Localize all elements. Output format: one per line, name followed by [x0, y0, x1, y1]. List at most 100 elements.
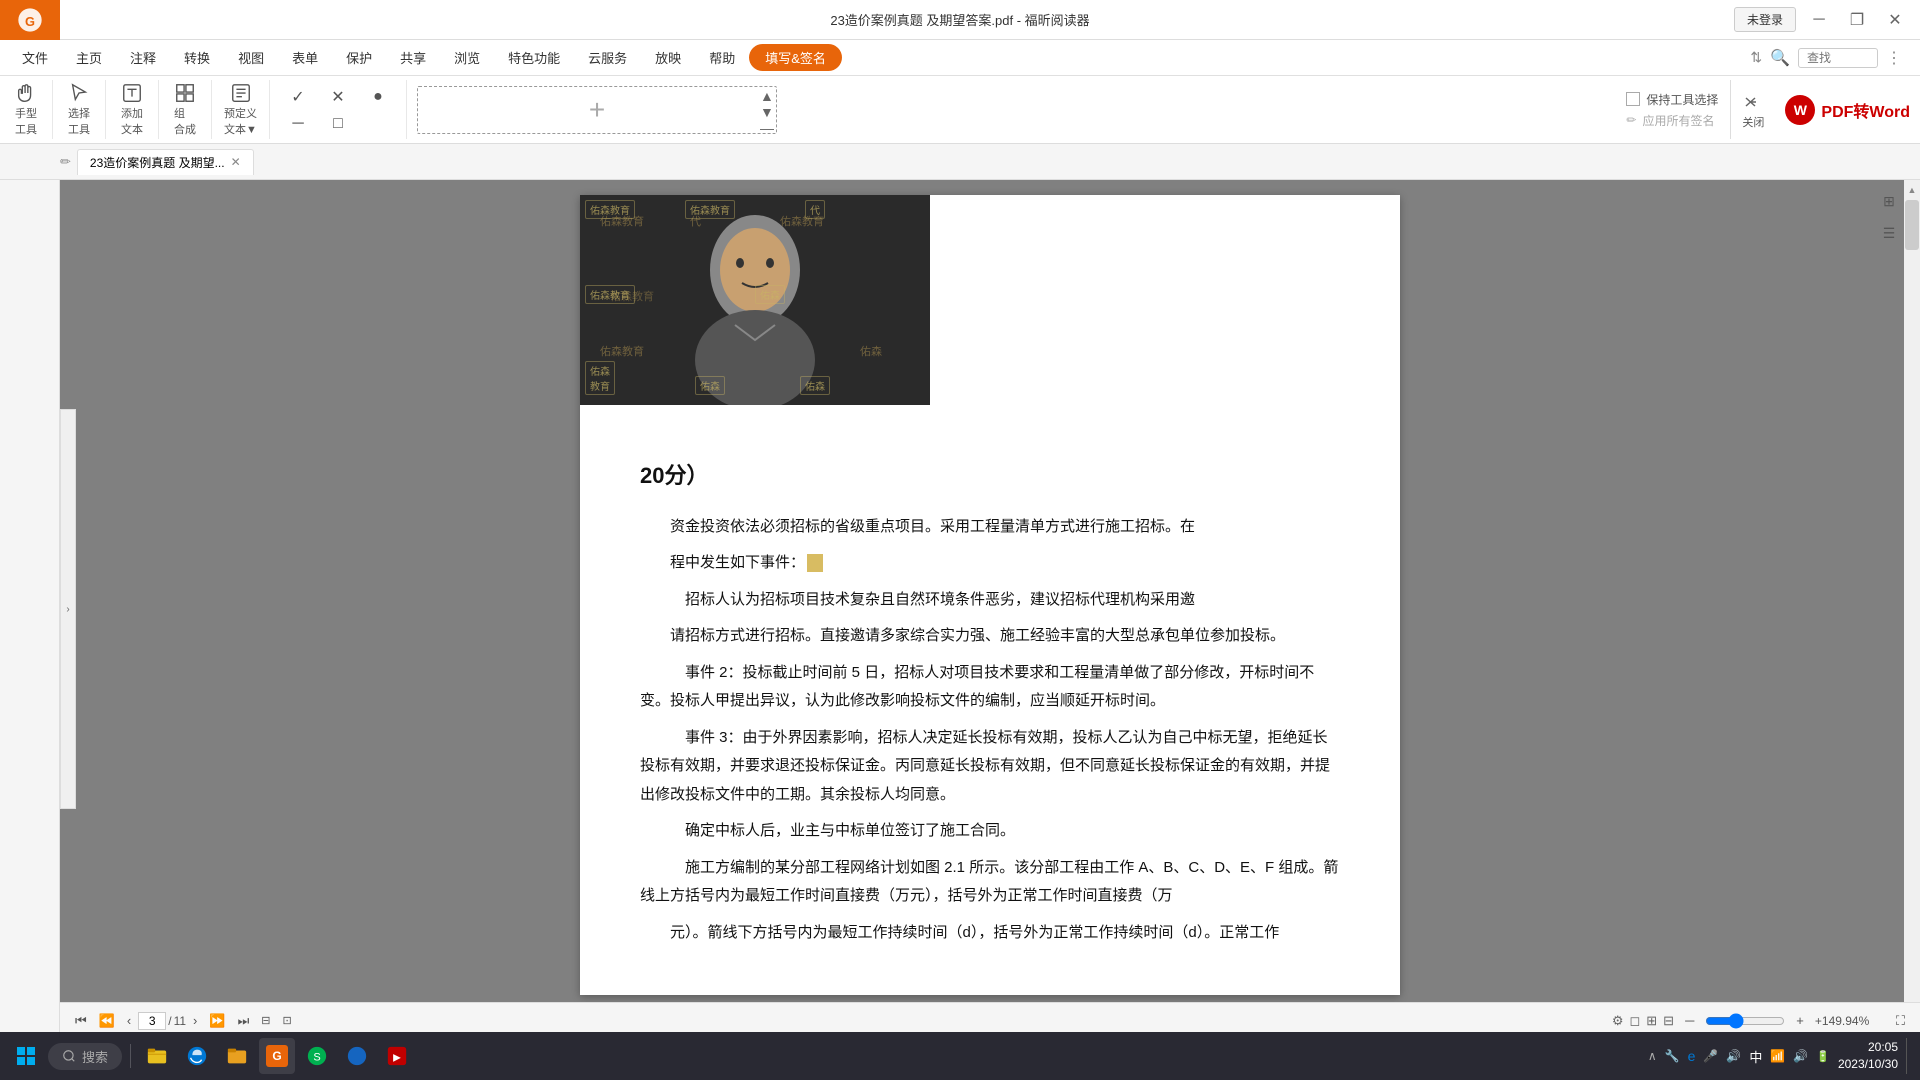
- menu-protect[interactable]: 保护: [332, 44, 386, 71]
- zoom-out-button[interactable]: ─: [1680, 1011, 1699, 1030]
- prev-page-button[interactable]: ‹: [122, 1011, 136, 1030]
- list-view-button[interactable]: ☰: [1876, 220, 1902, 246]
- grid-view-button[interactable]: ⊞: [1876, 188, 1902, 214]
- menu-file[interactable]: 文件: [8, 44, 62, 71]
- system-clock[interactable]: 20:05 2023/10/30: [1838, 1039, 1898, 1073]
- tray-ime[interactable]: 中: [1749, 1047, 1762, 1066]
- tray-audio[interactable]: 🔊: [1726, 1049, 1741, 1063]
- tray-battery[interactable]: 🔋: [1816, 1050, 1830, 1063]
- view-icon-3: ⊟: [1663, 1013, 1674, 1029]
- page-thumbnail-button[interactable]: ⊟: [256, 1012, 275, 1029]
- foxitreader-logo-icon: G: [16, 6, 44, 34]
- close-button[interactable]: ✕: [1880, 5, 1910, 35]
- check-symbol-button[interactable]: ✓: [280, 85, 316, 109]
- search-icon[interactable]: 🔍: [1770, 48, 1790, 68]
- app-logo: G: [0, 0, 60, 40]
- app3-icon: ▶: [386, 1045, 408, 1067]
- select-tool-button[interactable]: 选择工具: [61, 80, 97, 139]
- pdf-word-label: PDF转Word: [1821, 98, 1910, 122]
- taskbar-search[interactable]: 搜索: [48, 1043, 122, 1070]
- menu-form[interactable]: 表单: [278, 44, 332, 71]
- scrollbar-thumb[interactable]: [1905, 200, 1919, 250]
- zoom-in-button[interactable]: +: [1791, 1011, 1809, 1030]
- preset-text-button[interactable]: 预定义文本▼: [220, 80, 261, 139]
- video-overlay: 佑森教育 佑森教育 代 佑森教育 佑森 佑森 佑森教育: [580, 195, 930, 405]
- menu-share[interactable]: 共享: [386, 44, 440, 71]
- sign-separator[interactable]: —: [760, 121, 774, 135]
- select-tool-group: 选择工具: [53, 80, 106, 139]
- sign-dropdown-up[interactable]: ▲: [760, 89, 774, 103]
- svg-text:佑森教育: 佑森教育: [600, 344, 644, 358]
- hand-tool-button[interactable]: 手型工具: [8, 80, 44, 139]
- tray-chevron[interactable]: ∧: [1648, 1049, 1657, 1063]
- pdf-tab[interactable]: 23造价案例真题 及期望... ✕: [77, 149, 254, 175]
- menu-help[interactable]: 帮助: [695, 44, 749, 71]
- menu-home[interactable]: 主页: [62, 44, 116, 71]
- menu-view[interactable]: 视图: [224, 44, 278, 71]
- pdf-network-detail: 元）。箭线下方括号内为最短工作持续时间（d），括号外为正常工作持续时间（d）。正…: [640, 919, 1340, 948]
- menu-convert[interactable]: 转换: [170, 44, 224, 71]
- tray-edge[interactable]: e: [1688, 1048, 1696, 1064]
- zoom-slider[interactable]: [1705, 1013, 1785, 1029]
- taskbar-app2[interactable]: [339, 1038, 375, 1074]
- minimize-button[interactable]: ─: [1804, 5, 1834, 35]
- search-input[interactable]: [1798, 48, 1878, 68]
- fit-page-button[interactable]: ⛶: [1891, 1011, 1910, 1031]
- dot-symbol-button[interactable]: ●: [360, 85, 396, 109]
- last-page-button[interactable]: ⏭: [233, 1011, 255, 1031]
- pdf-scrollbar[interactable]: ▲ ▼: [1904, 180, 1920, 1038]
- toolbar: 手型工具 选择工具 添加文本 组合成 预定义文本▼ ✓ ✕ ●: [0, 76, 1920, 144]
- menu-cloud[interactable]: 云服务: [574, 44, 641, 71]
- menu-annotate[interactable]: 注释: [116, 44, 170, 71]
- square-symbol-button[interactable]: □: [320, 113, 356, 135]
- menu-features[interactable]: 特色功能: [494, 44, 574, 71]
- expand-icon: ⇅: [1750, 49, 1762, 66]
- taskbar-edge[interactable]: [179, 1038, 215, 1074]
- sign-close-button[interactable]: 关闭: [1731, 80, 1775, 139]
- tray-volume[interactable]: 🔊: [1793, 1049, 1808, 1063]
- taskbar-app1[interactable]: S: [299, 1038, 335, 1074]
- pdf-para-2: 程中发生如下事件：: [640, 549, 1340, 578]
- pdf-to-word-button[interactable]: W PDF转Word: [1785, 95, 1910, 125]
- next-next-button[interactable]: ⏩: [204, 1011, 230, 1031]
- folder-icon: [226, 1045, 248, 1067]
- apply-all-row: ✏ 应用所有签名: [1626, 112, 1718, 129]
- add-signature-button[interactable]: + ▲ ▼ —: [417, 86, 777, 134]
- keep-tools-checkbox[interactable]: [1626, 92, 1640, 106]
- taskbar-foxitreader[interactable]: G: [259, 1038, 295, 1074]
- taskbar-folder[interactable]: [219, 1038, 255, 1074]
- show-desktop-button[interactable]: [1906, 1038, 1912, 1074]
- pdf-network-intro: 施工方编制的某分部工程网络计划如图 2.1 所示。该分部工程由工作 A、B、C、…: [640, 854, 1340, 911]
- menu-sign[interactable]: 填写&签名: [749, 44, 842, 71]
- login-button[interactable]: 未登录: [1734, 7, 1796, 32]
- combine-button[interactable]: 组合成: [167, 80, 203, 139]
- scrollbar-up-button[interactable]: ▲: [1904, 182, 1920, 198]
- minus-symbol-button[interactable]: ─: [280, 113, 316, 135]
- first-page-button[interactable]: ⏮: [70, 1011, 92, 1031]
- tray-app1[interactable]: 🔧: [1665, 1049, 1680, 1063]
- menu-browse[interactable]: 浏览: [440, 44, 494, 71]
- app2-icon: [346, 1045, 368, 1067]
- keep-tools-row: 保持工具选择: [1626, 91, 1718, 108]
- tab-close-button[interactable]: ✕: [231, 155, 241, 169]
- more-icon[interactable]: ⋮: [1886, 48, 1902, 68]
- cross-symbol-button[interactable]: ✕: [320, 85, 356, 109]
- zoom-level-display: +149.94%: [1815, 1014, 1885, 1028]
- page-number-input[interactable]: [138, 1012, 166, 1030]
- add-text-button[interactable]: 添加文本: [114, 80, 150, 139]
- taskbar-file-explorer[interactable]: [139, 1038, 175, 1074]
- pdf-viewer: 佑森教育 佑森教育 代 佑森教育 佑森 佑森 佑森教育: [60, 180, 1920, 1038]
- taskbar-app3[interactable]: ▶: [379, 1038, 415, 1074]
- menu-present[interactable]: 放映: [641, 44, 695, 71]
- restore-button[interactable]: ❐: [1842, 5, 1872, 35]
- tray-mic[interactable]: 🎤: [1703, 1049, 1718, 1063]
- prev-prev-button[interactable]: ⏪: [94, 1011, 120, 1031]
- pdf-word-area: W PDF转Word: [1775, 80, 1920, 139]
- page-grid-button[interactable]: ⊡: [278, 1012, 297, 1029]
- tray-wifi[interactable]: 📶: [1770, 1049, 1785, 1063]
- next-page-button[interactable]: ›: [188, 1011, 202, 1030]
- sidebar-collapse-button[interactable]: ›: [60, 409, 76, 809]
- sign-dropdown-down[interactable]: ▼: [760, 105, 774, 119]
- page-navigation: ⏮ ⏪ ‹ / 11 › ⏩ ⏭ ⊟ ⊡: [70, 1011, 297, 1031]
- start-button[interactable]: [8, 1038, 44, 1074]
